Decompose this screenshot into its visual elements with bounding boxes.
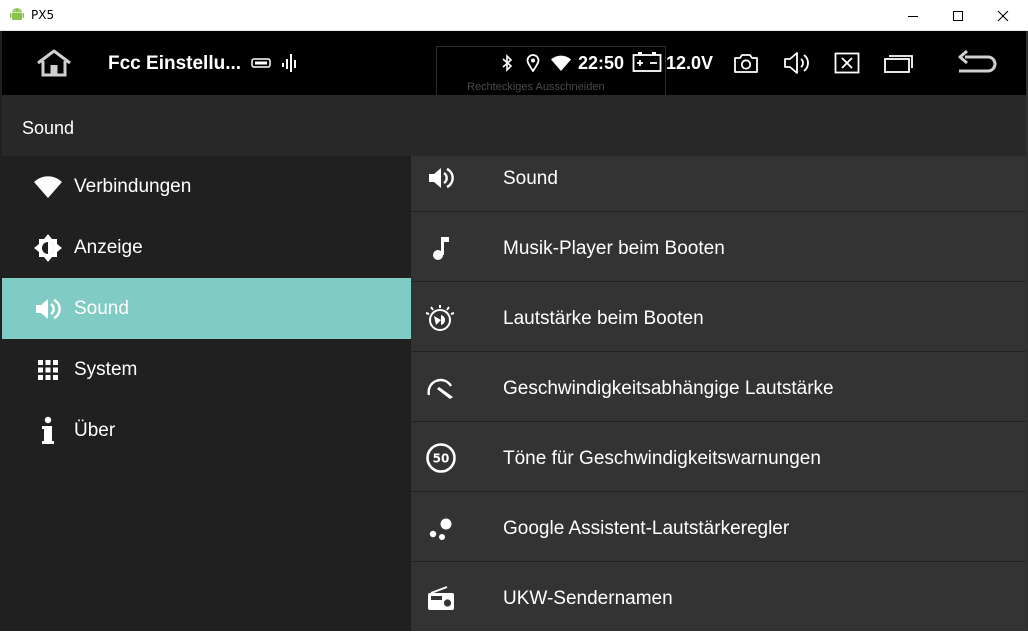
list-item-google-assistent[interactable]: Google Assistent-Lautstärkeregler bbox=[411, 492, 1026, 562]
settings-nav: Verbindungen Anzeige Sound System Über bbox=[2, 156, 411, 631]
nav-item-uber[interactable]: Über bbox=[2, 400, 411, 461]
nav-item-verbindungen[interactable]: Verbindungen bbox=[2, 156, 411, 217]
minimize-button[interactable] bbox=[890, 0, 936, 31]
speed-limit-number: 50 bbox=[433, 452, 450, 466]
maximize-icon bbox=[953, 10, 963, 21]
recent-apps-button[interactable] bbox=[882, 50, 916, 76]
brightness-icon bbox=[32, 232, 64, 264]
list-item-sound[interactable]: Sound bbox=[411, 142, 1026, 212]
list-item-label: Google Assistent-Lautstärkeregler bbox=[503, 518, 790, 539]
nav-item-label: Verbindungen bbox=[74, 176, 192, 197]
usb-notification-icon bbox=[250, 55, 272, 71]
volume-button[interactable] bbox=[781, 49, 813, 77]
close-box-icon bbox=[834, 52, 860, 74]
speed-limit-icon: 50 bbox=[425, 442, 457, 474]
home-button[interactable] bbox=[32, 45, 76, 81]
window-titlebar: PX5 bbox=[0, 0, 1028, 31]
grid-icon bbox=[32, 354, 64, 386]
nav-item-anzeige[interactable]: Anzeige bbox=[2, 217, 411, 278]
ghost-tooltip-text: Rechteckiges Ausschneiden bbox=[467, 81, 605, 93]
list-item-label: Töne für Geschwindigkeitswarnungen bbox=[503, 448, 821, 469]
speedometer-icon bbox=[425, 372, 457, 404]
android-app-icon bbox=[9, 7, 25, 23]
list-item-geschwindigkeit-lautstaerke[interactable]: Geschwindigkeitsabhängige Lautstärke bbox=[411, 352, 1026, 422]
nav-item-sound[interactable]: Sound bbox=[2, 278, 411, 339]
wifi-icon bbox=[32, 171, 64, 203]
list-item-lautstaerke-booten[interactable]: Lautstärke beim Booten bbox=[411, 282, 1026, 352]
recent-apps-icon bbox=[884, 55, 913, 73]
list-item-label: Sound bbox=[503, 168, 558, 189]
close-icon bbox=[997, 10, 1009, 21]
nav-item-label: System bbox=[74, 359, 138, 380]
nav-item-label: Über bbox=[74, 420, 116, 441]
camera-icon bbox=[734, 54, 758, 73]
back-button[interactable] bbox=[954, 49, 998, 77]
list-item-label: Geschwindigkeitsabhängige Lautstärke bbox=[503, 378, 834, 399]
list-item-label: Musik-Player beim Booten bbox=[503, 238, 725, 259]
page-title: Sound bbox=[22, 118, 75, 138]
ghost-tooltip: Rechteckiges Ausschneiden bbox=[436, 46, 666, 96]
nav-item-label: Anzeige bbox=[74, 237, 143, 258]
settings-list: Sound Musik-Player beim Booten Lautstärk… bbox=[411, 156, 1026, 631]
list-item-ukw-sendernamen[interactable]: UKW-Sendernamen bbox=[411, 562, 1026, 632]
list-item-geschwindigkeitswarnungen[interactable]: 50 Töne für Geschwindigkeitswarnungen bbox=[411, 422, 1026, 492]
radio-icon bbox=[425, 582, 457, 614]
minimize-icon bbox=[908, 15, 918, 17]
window-title: PX5 bbox=[31, 8, 55, 22]
speaker-icon bbox=[784, 52, 809, 74]
home-icon bbox=[37, 49, 71, 77]
list-item-label: Lautstärke beim Booten bbox=[503, 308, 704, 329]
nav-item-system[interactable]: System bbox=[2, 339, 411, 400]
voltage-readout: 12.0V bbox=[666, 53, 714, 73]
nav-item-label: Sound bbox=[74, 298, 129, 319]
volume-icon bbox=[32, 293, 64, 325]
back-arrow-icon bbox=[958, 50, 997, 73]
screenshot-button[interactable] bbox=[731, 49, 761, 77]
app-title: Fcc Einstellu... bbox=[108, 53, 242, 74]
close-app-button[interactable] bbox=[833, 50, 861, 76]
signal-bars-icon bbox=[280, 51, 300, 75]
boot-volume-icon bbox=[425, 302, 457, 334]
assistant-icon bbox=[425, 512, 457, 544]
list-item-musik-player[interactable]: Musik-Player beim Booten bbox=[411, 212, 1026, 282]
maximize-button[interactable] bbox=[935, 0, 981, 31]
info-icon bbox=[32, 415, 64, 447]
close-window-button[interactable] bbox=[980, 0, 1026, 31]
list-item-label: UKW-Sendernamen bbox=[503, 588, 673, 609]
volume-icon bbox=[425, 162, 457, 194]
music-note-icon bbox=[425, 232, 457, 264]
